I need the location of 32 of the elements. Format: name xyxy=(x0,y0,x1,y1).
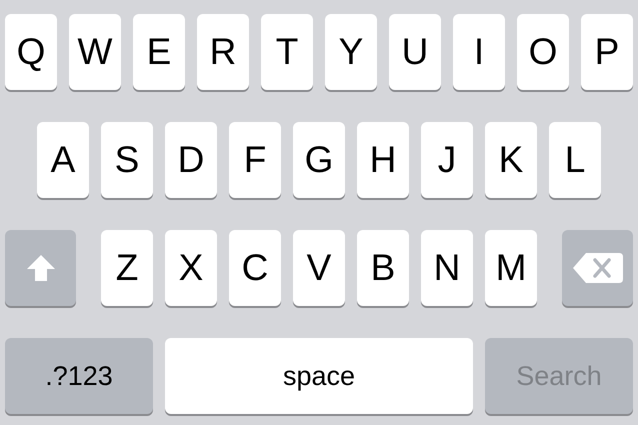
letter-key[interactable]: Q xyxy=(5,14,57,90)
letter-key[interactable]: N xyxy=(421,230,473,306)
letter-key[interactable]: G xyxy=(293,122,345,198)
letter-key[interactable]: I xyxy=(453,14,505,90)
letter-key[interactable]: K xyxy=(485,122,537,198)
numbers-key[interactable]: .?123 xyxy=(5,338,153,414)
delete-key[interactable] xyxy=(562,230,633,306)
letter-key[interactable]: W xyxy=(69,14,121,90)
letter-key[interactable]: E xyxy=(133,14,185,90)
letter-key[interactable]: Y xyxy=(325,14,377,90)
letter-key[interactable]: C xyxy=(229,230,281,306)
letter-key[interactable]: S xyxy=(101,122,153,198)
letter-key[interactable]: T xyxy=(261,14,313,90)
letter-key[interactable]: J xyxy=(421,122,473,198)
backspace-icon xyxy=(572,252,624,284)
letter-key[interactable]: U xyxy=(389,14,441,90)
letter-key[interactable]: X xyxy=(165,230,217,306)
letter-key[interactable]: P xyxy=(581,14,633,90)
letter-key[interactable]: V xyxy=(293,230,345,306)
letter-key[interactable]: A xyxy=(37,122,89,198)
up-arrow-icon xyxy=(26,253,56,283)
letter-key[interactable]: H xyxy=(357,122,409,198)
letter-key[interactable]: F xyxy=(229,122,281,198)
letter-key[interactable]: O xyxy=(517,14,569,90)
letter-key[interactable]: D xyxy=(165,122,217,198)
letter-key[interactable]: B xyxy=(357,230,409,306)
letter-key[interactable]: Z xyxy=(101,230,153,306)
letter-key[interactable]: L xyxy=(549,122,601,198)
letter-key[interactable]: R xyxy=(197,14,249,90)
letter-key[interactable]: M xyxy=(485,230,537,306)
shift-key[interactable] xyxy=(5,230,76,306)
space-key[interactable]: space xyxy=(165,338,473,414)
